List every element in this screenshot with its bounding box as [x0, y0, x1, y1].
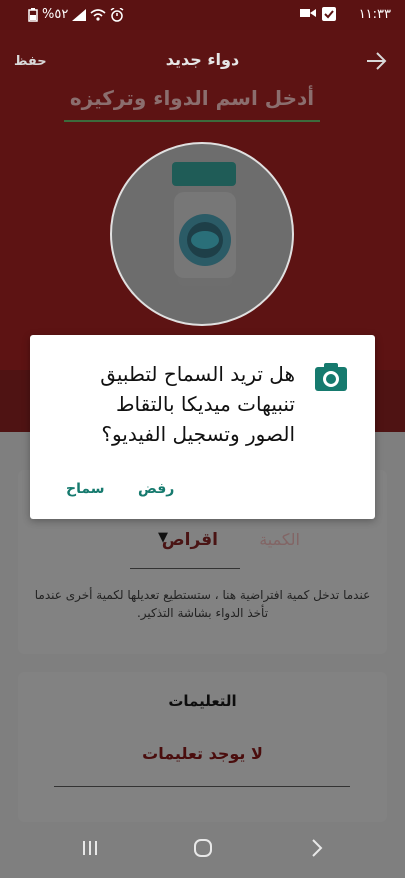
page-title: دواء جديد	[165, 50, 240, 69]
wifi-icon	[90, 8, 106, 21]
video-icon	[300, 9, 316, 17]
status-time: ١١:٣٣	[358, 7, 391, 22]
signal-icon	[72, 8, 87, 21]
status-notification-icons	[300, 7, 336, 21]
check-icon	[322, 7, 336, 21]
permission-dialog: هل تريد السماح لتطبيق تنبيهات ميديكا بال…	[30, 335, 375, 519]
instructions-underline	[54, 786, 350, 787]
allow-button[interactable]: سماح	[66, 481, 105, 497]
unit-underline	[130, 568, 240, 569]
quantity-label: الكمية	[259, 530, 300, 549]
quantity-helper-text: عندما تدخل كمية افتراضية هنا ، ستستطيع ت…	[34, 588, 371, 620]
unit-value[interactable]: اقراص	[162, 530, 218, 550]
recents-icon[interactable]	[80, 838, 100, 863]
status-left: %٥٢	[28, 7, 124, 22]
instructions-title: التعليمات	[168, 692, 237, 710]
dialog-message: هل تريد السماح لتطبيق تنبيهات ميديكا بال…	[100, 362, 295, 446]
battery-icon	[28, 7, 38, 22]
quantity-row: الكمية اقراص ▼	[130, 520, 300, 570]
camera-icon	[315, 363, 347, 391]
battery-percent: %٥٢	[42, 7, 69, 22]
medicine-image[interactable]	[110, 142, 294, 326]
medicine-name-input[interactable]: أدخل اسم الدواء وتركيزه	[64, 86, 320, 122]
status-bar: %٥٢ ١١:٣٣	[0, 0, 405, 30]
alarm-icon	[110, 7, 124, 22]
pill-bottle-icon	[172, 162, 236, 286]
back-arrow-icon[interactable]	[365, 50, 387, 77]
instructions-value[interactable]: لا يوجد تعليمات	[0, 744, 405, 763]
chevron-down-icon[interactable]: ▼	[158, 530, 168, 545]
back-icon[interactable]	[310, 838, 324, 863]
home-icon[interactable]	[193, 838, 213, 863]
deny-button[interactable]: رفض	[138, 481, 174, 497]
